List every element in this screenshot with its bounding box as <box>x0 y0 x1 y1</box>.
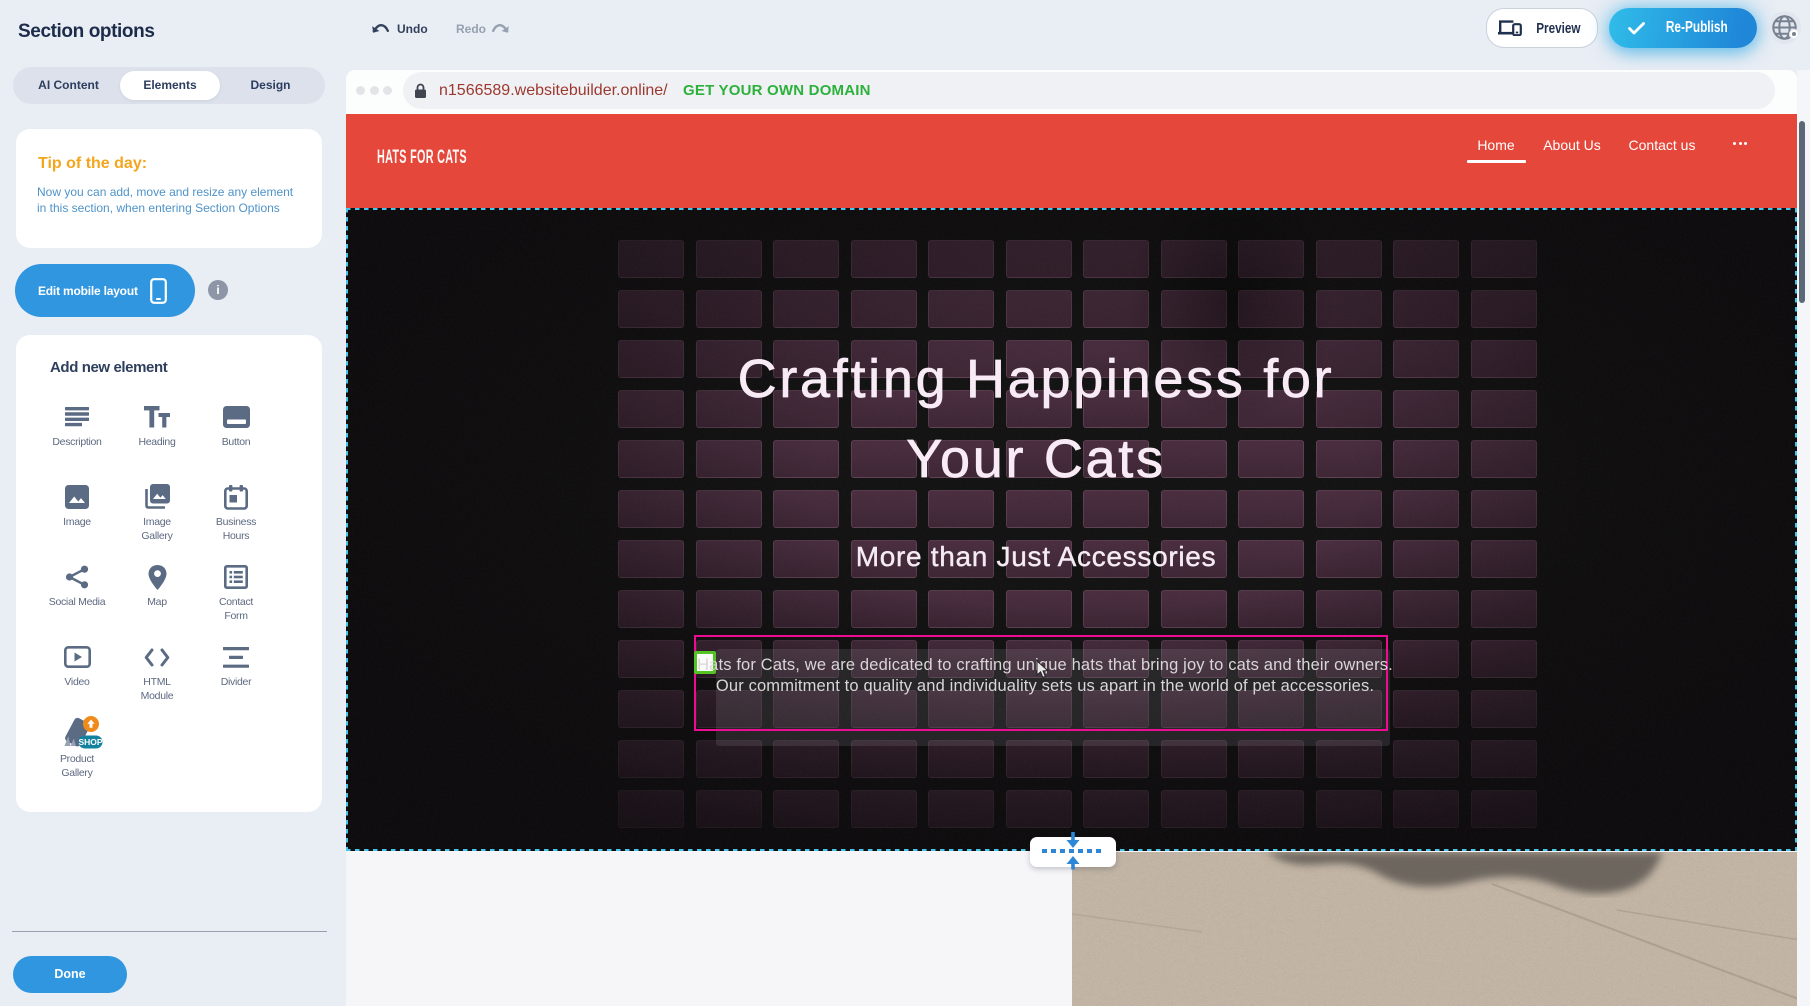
svg-text:SHOP: SHOP <box>78 737 102 747</box>
